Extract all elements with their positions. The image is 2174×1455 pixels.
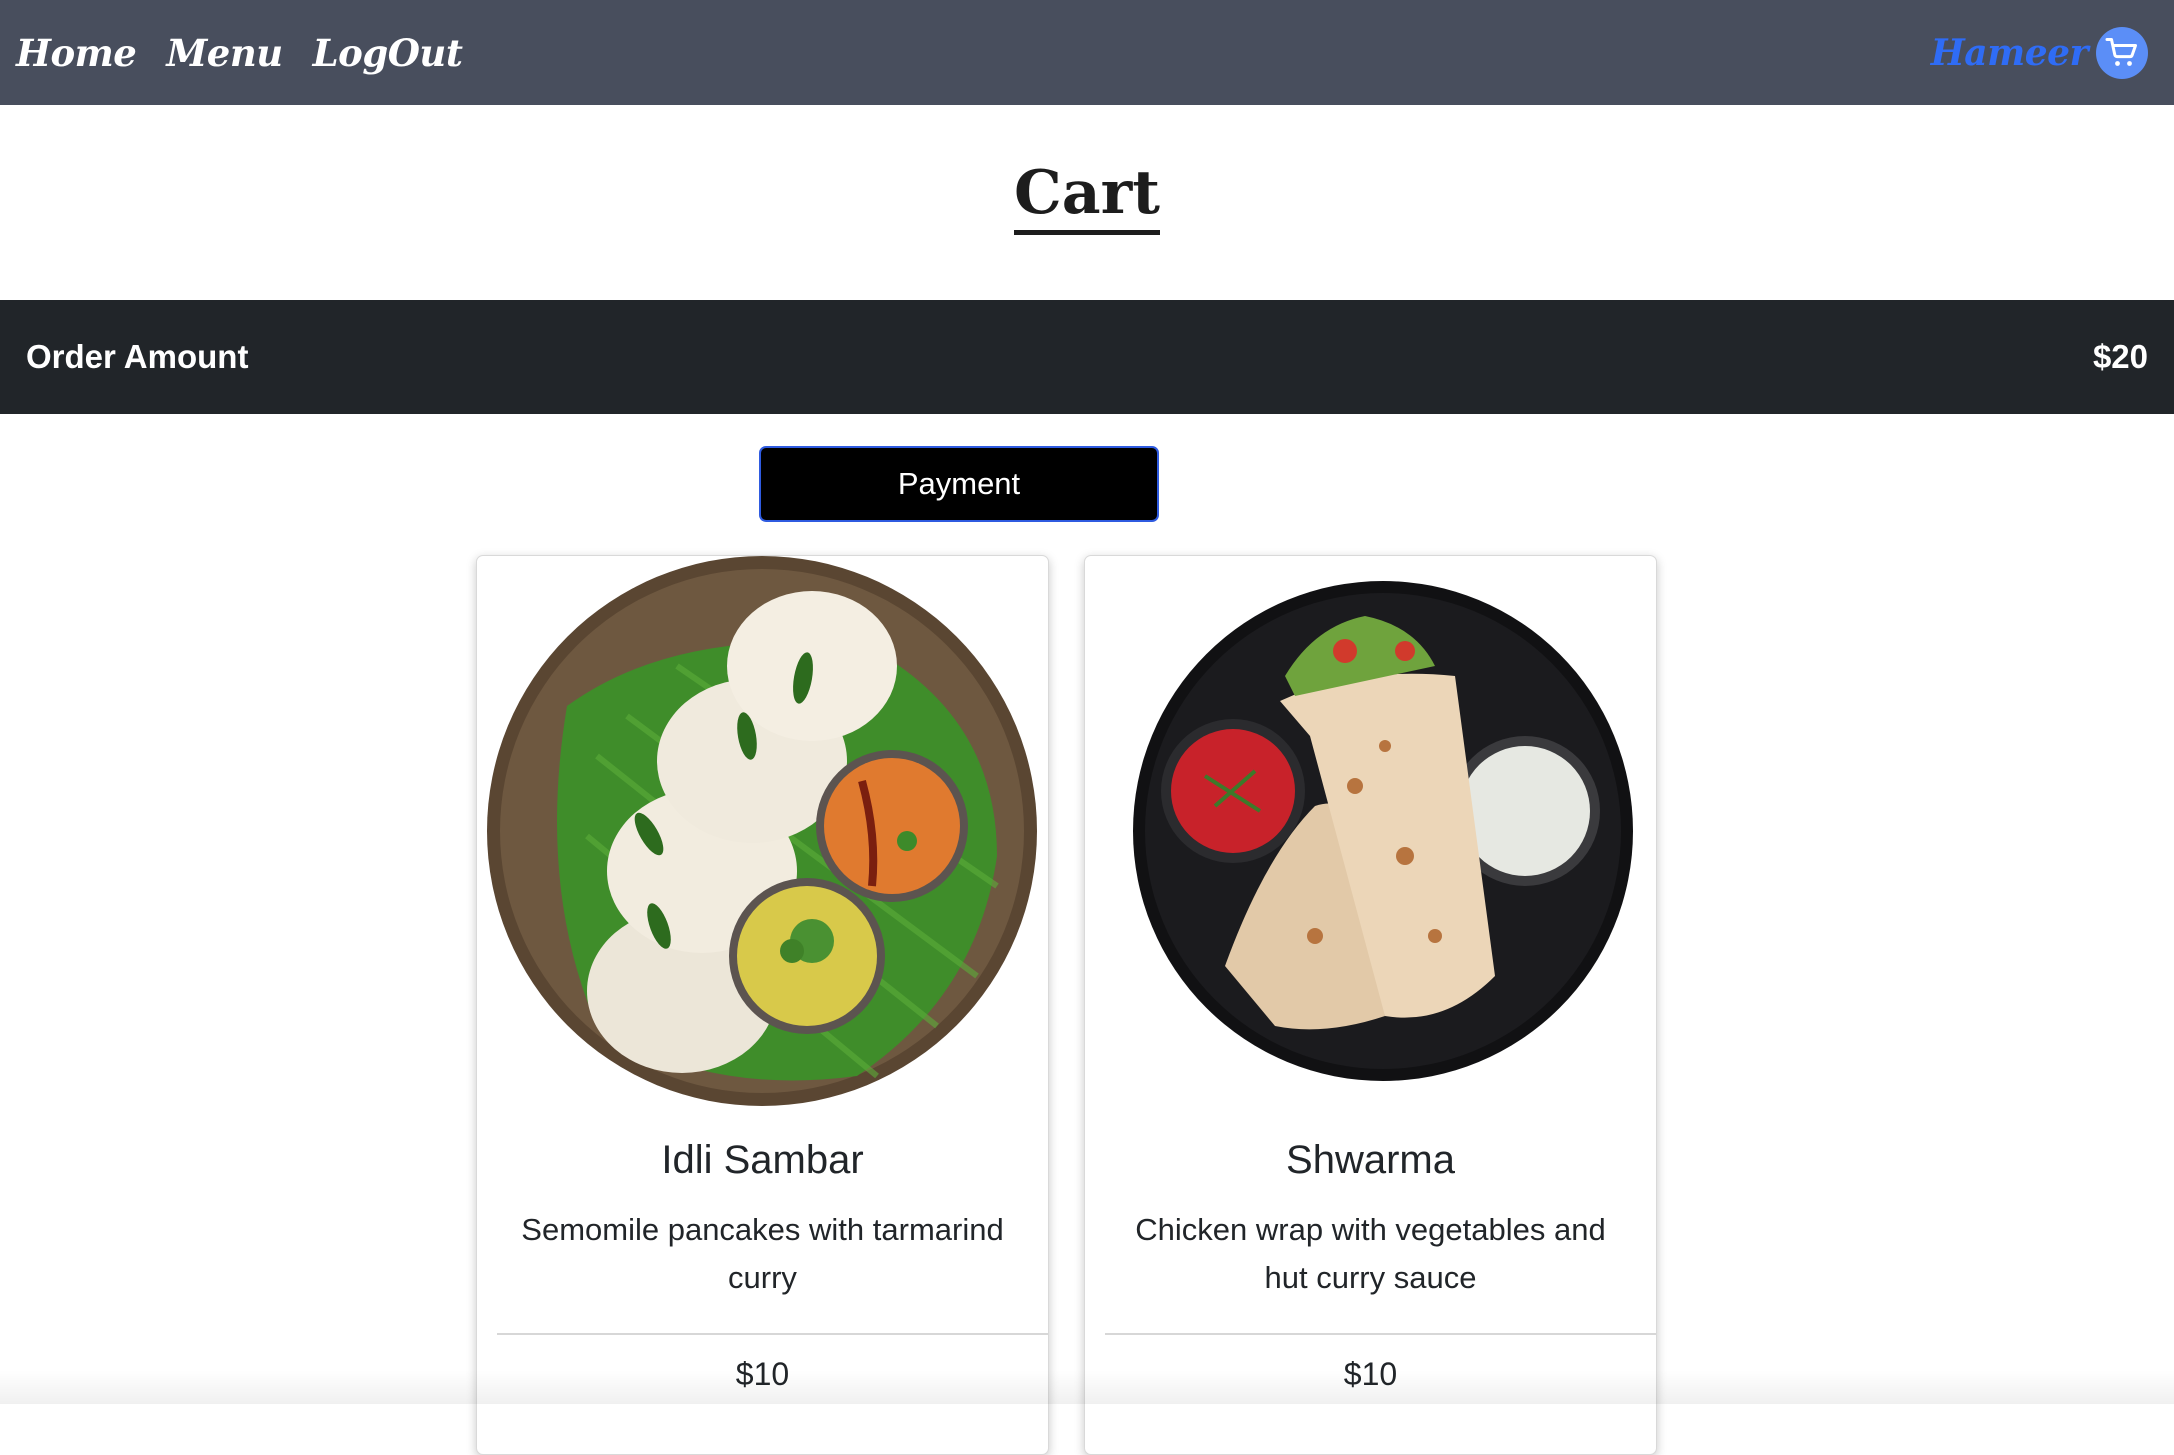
cart-item-card: Shwarma Chicken wrap with vegetables and… [1084, 555, 1657, 1455]
order-amount-value: $20 [2092, 338, 2148, 375]
top-navbar: Home Menu LogOut Hameer [0, 0, 2174, 105]
order-amount-bar: Order Amount $20 [0, 300, 2174, 414]
cart-item-name: Idli Sambar [661, 1138, 864, 1182]
cart-item-description: Chicken wrap with vegetables and hut cur… [1135, 1212, 1606, 1295]
card-divider [497, 1333, 1048, 1335]
card-divider [1105, 1333, 1656, 1335]
order-amount-label: Order Amount [26, 338, 249, 375]
cart-item-card: Idli Sambar Semomile pancakes with tarma… [476, 555, 1049, 1455]
payment-button[interactable]: Payment [759, 446, 1159, 522]
shopping-cart-icon[interactable] [2096, 26, 2148, 79]
cart-item-description: Semomile pancakes with tarmarind curry [521, 1212, 1004, 1295]
user-name[interactable]: Hameer [1931, 32, 2089, 74]
cart-item-name: Shwarma [1286, 1138, 1455, 1182]
nav-link-home[interactable]: Home [16, 31, 137, 75]
cart-item-price: $10 [1343, 1356, 1398, 1392]
shopping-cart-icon-glyph [2105, 37, 2137, 66]
nav-link-logout[interactable]: LogOut [313, 31, 463, 75]
nav-links: Home Menu LogOut [16, 0, 492, 105]
page-title-wrapper: Cart [0, 158, 2174, 235]
user-area: Hameer [1931, 0, 2148, 105]
nav-link-menu[interactable]: Menu [166, 31, 283, 75]
page-title: Cart [1014, 158, 1160, 235]
idli-sambar-image [487, 556, 1037, 1106]
shwarma-image [1133, 581, 1633, 1081]
cart-item-price: $10 [735, 1356, 790, 1392]
